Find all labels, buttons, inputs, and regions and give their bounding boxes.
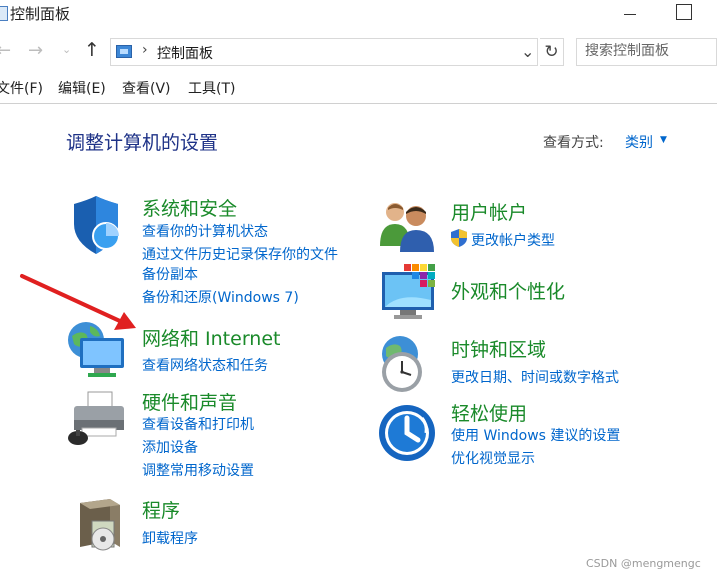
category-programs[interactable]: 程序 xyxy=(142,496,180,523)
control-panel-icon xyxy=(0,6,8,21)
search-box[interactable] xyxy=(576,38,717,66)
refresh-icon: ↻ xyxy=(544,42,559,62)
link-file-history[interactable]: 通过文件历史记录保存你的文件 xyxy=(142,244,338,264)
view-by-label: 查看方式: xyxy=(543,135,604,151)
menu-tools[interactable]: 工具(T) xyxy=(188,78,235,98)
ease-of-access-icon[interactable] xyxy=(378,404,436,462)
search-input[interactable] xyxy=(585,43,713,59)
printer-icon[interactable] xyxy=(68,390,128,446)
category-user-accounts[interactable]: 用户帐户 xyxy=(451,198,527,225)
page-title: 调整计算机的设置 xyxy=(66,132,219,154)
title-bar: 控制面板 xyxy=(0,0,717,30)
link-mobility-settings[interactable]: 调整常用移动设置 xyxy=(142,460,254,480)
refresh-button[interactable]: ↻ xyxy=(540,38,564,66)
link-add-device[interactable]: 添加设备 xyxy=(142,437,198,457)
link-windows-recommended-settings[interactable]: 使用 Windows 建议的设置 xyxy=(451,425,620,445)
category-hardware-sound[interactable]: 硬件和声音 xyxy=(142,388,237,415)
control-panel-small-icon xyxy=(116,45,132,58)
breadcrumb-separator[interactable]: › xyxy=(142,42,148,58)
minimize-button[interactable] xyxy=(620,4,640,24)
menu-divider xyxy=(0,103,717,104)
view-by-chevron-icon[interactable]: ▼ xyxy=(660,135,667,145)
monitor-palette-icon[interactable] xyxy=(380,264,440,322)
watermark-text: CSDN @mengmengc xyxy=(586,557,701,570)
shield-icon[interactable] xyxy=(66,196,126,256)
window-title: 控制面板 xyxy=(10,5,71,23)
view-by-dropdown[interactable]: 类别 xyxy=(625,132,653,152)
menu-file[interactable]: 文件(F) xyxy=(0,78,43,98)
uac-shield-icon xyxy=(451,229,467,247)
programs-box-icon[interactable] xyxy=(74,497,126,555)
breadcrumb-control-panel[interactable]: 控制面板 xyxy=(157,43,213,63)
category-ease-of-access[interactable]: 轻松使用 xyxy=(451,399,527,426)
link-change-account-type[interactable]: 更改帐户类型 xyxy=(471,230,555,250)
link-network-status[interactable]: 查看网络状态和任务 xyxy=(142,355,268,375)
back-arrow-icon[interactable]: ← xyxy=(0,40,11,61)
red-annotation-arrow-icon xyxy=(18,272,140,334)
link-view-computer-status[interactable]: 查看你的计算机状态 xyxy=(142,221,268,241)
link-devices-printers[interactable]: 查看设备和打印机 xyxy=(142,414,254,434)
recent-locations-chevron-icon[interactable]: ⌄ xyxy=(62,43,71,56)
clock-globe-icon[interactable] xyxy=(376,334,438,394)
address-bar[interactable]: › 控制面板 ⌄ xyxy=(110,38,538,66)
link-change-date-time-format[interactable]: 更改日期、时间或数字格式 xyxy=(451,367,619,387)
up-arrow-icon[interactable]: ↑ xyxy=(84,39,100,61)
address-dropdown-chevron-icon[interactable]: ⌄ xyxy=(521,42,534,61)
category-network-internet[interactable]: 网络和 Internet xyxy=(142,324,280,351)
menu-view[interactable]: 查看(V) xyxy=(122,78,171,98)
link-backup-copy[interactable]: 备份副本 xyxy=(142,264,198,284)
forward-arrow-icon[interactable]: → xyxy=(28,40,43,61)
maximize-button[interactable] xyxy=(676,4,692,20)
link-uninstall-program[interactable]: 卸载程序 xyxy=(142,528,198,548)
category-appearance-personalization[interactable]: 外观和个性化 xyxy=(451,277,565,304)
category-system-security[interactable]: 系统和安全 xyxy=(142,194,237,221)
link-backup-restore[interactable]: 备份和还原(Windows 7) xyxy=(142,287,299,307)
category-clock-region[interactable]: 时钟和区域 xyxy=(451,335,546,362)
users-icon[interactable] xyxy=(378,200,436,252)
link-optimize-visual-display[interactable]: 优化视觉显示 xyxy=(451,448,535,468)
menu-edit[interactable]: 编辑(E) xyxy=(58,78,106,98)
